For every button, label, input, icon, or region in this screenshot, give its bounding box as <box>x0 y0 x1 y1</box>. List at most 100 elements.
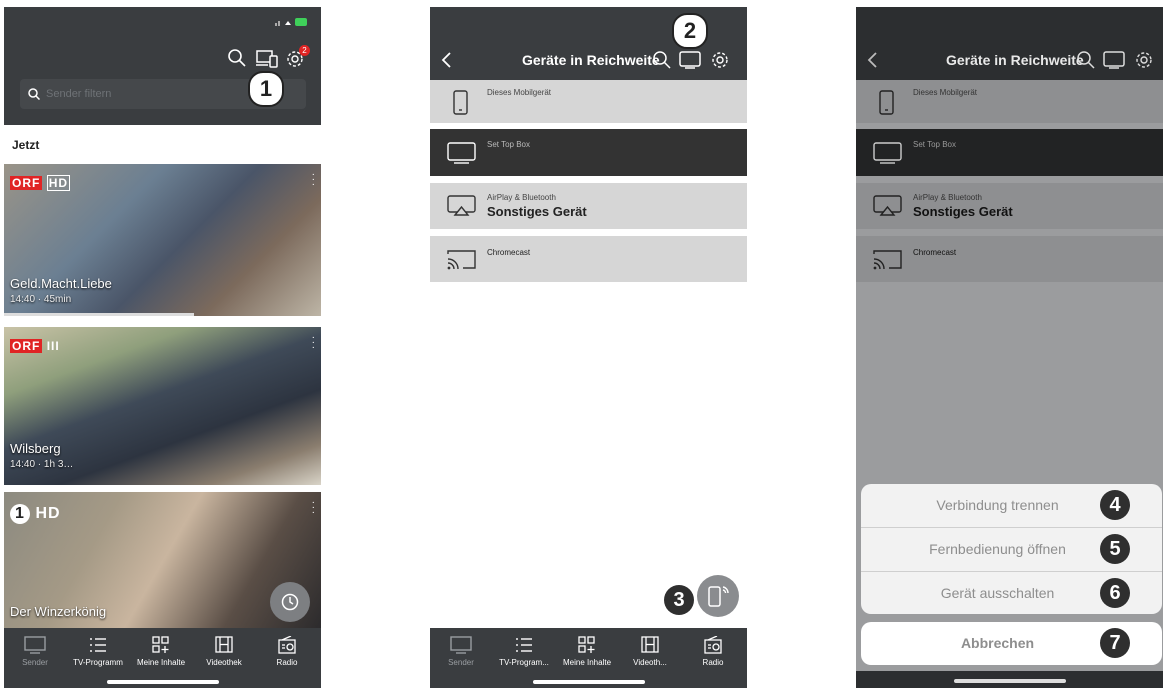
tab-videothek[interactable]: Videoth... <box>619 636 681 667</box>
cancel-label: Abbrechen <box>960 635 1035 651</box>
more-icon[interactable]: · · · <box>312 333 315 353</box>
home-indicator <box>953 679 1066 683</box>
page-title: Geräte in Reichweite <box>946 52 1084 68</box>
card-time: 14:40 · 1h 3… <box>10 459 74 470</box>
list-icon <box>516 638 532 652</box>
device-row-settopbox[interactable]: Set Top Box <box>856 129 1163 176</box>
radio-icon <box>278 636 296 654</box>
device-row-chromecast[interactable]: Chromecast <box>430 236 747 282</box>
tv-icon <box>24 636 46 654</box>
list-icon <box>90 638 106 652</box>
device-row-mobile[interactable]: Dieses Mobilgerät <box>430 80 747 123</box>
radio-icon <box>704 636 722 654</box>
tab-sender[interactable]: Sender <box>4 636 66 667</box>
phone-cast-icon <box>708 586 729 607</box>
callout-5: 5 <box>1100 534 1130 564</box>
callout-1: 1 <box>248 71 284 107</box>
airplay-icon <box>447 195 476 216</box>
device-small-label: Set Top Box <box>913 140 956 149</box>
page-title: Geräte in Reichweite <box>522 52 660 68</box>
tv-icon <box>450 636 472 654</box>
callout-6: 6 <box>1100 578 1130 608</box>
cast-icon <box>873 250 902 270</box>
device-small-label: Set Top Box <box>487 140 530 149</box>
device-row-airplay[interactable]: AirPlay & Bluetooth Sonstiges Gerät <box>856 183 1163 229</box>
phone-screen-device-actions: Geräte in Reichweite Dieses Mobilgerät S… <box>856 7 1163 688</box>
bottom-bar-dimmed <box>856 671 1163 688</box>
tv-icon <box>447 142 476 164</box>
tv-icon <box>873 142 902 164</box>
tab-meine-inhalte[interactable]: Meine Inhalte <box>130 636 192 667</box>
phone-icon <box>453 90 468 115</box>
tab-tv-programm[interactable]: TV-Program... <box>493 636 555 667</box>
device-small-label: Dieses Mobilgerät <box>487 88 552 97</box>
section-label: Jetzt <box>12 138 40 152</box>
home-indicator <box>106 680 219 684</box>
phone-screen-home: 2 Sender filtern 1 Jetzt ORF HD · · · Geld… <box>4 7 321 688</box>
tab-tv-programm[interactable]: TV-Programm <box>67 636 129 667</box>
device-row-airplay[interactable]: AirPlay & Bluetooth Sonstiges Gerät <box>430 183 747 229</box>
tab-bar: Sender TV-Program... Meine Inhalte Video… <box>430 628 747 688</box>
back-chevron-icon[interactable] <box>440 51 452 69</box>
section-header: Jetzt <box>4 125 321 165</box>
notification-badge: 2 <box>299 45 310 56</box>
device-big-label: Sonstiges Gerät <box>913 204 1013 219</box>
card-title: Geld.Macht.Liebe <box>10 276 112 291</box>
devices-icon[interactable] <box>256 50 278 68</box>
gear-icon[interactable] <box>1135 51 1153 69</box>
device-small-label: AirPlay & Bluetooth <box>487 193 556 202</box>
home-indicator <box>532 680 645 684</box>
card-title: Der Winzerkönig <box>10 604 107 619</box>
home-header: 2 Sender filtern 1 <box>4 7 321 125</box>
tab-videothek[interactable]: Videothek <box>193 636 255 667</box>
device-big-label: Sonstiges Gerät <box>487 204 587 219</box>
device-small-label: Chromecast <box>487 248 531 257</box>
callout-7: 7 <box>1100 628 1130 658</box>
tab-bar: Sender TV-Programm Meine Inhalte Videoth… <box>4 628 321 688</box>
tab-sender[interactable]: Sender <box>430 636 492 667</box>
timer-button[interactable] <box>270 582 310 622</box>
gear-icon[interactable] <box>711 51 729 69</box>
progress-bar <box>4 313 195 316</box>
callout-3: 3 <box>664 585 694 615</box>
devices-header-dimmed: Geräte in Reichweite <box>856 7 1163 80</box>
device-row-mobile[interactable]: Dieses Mobilgerät <box>856 80 1163 123</box>
film-icon <box>641 636 659 653</box>
device-row-settopbox[interactable]: Set Top Box <box>430 129 747 176</box>
clock-icon <box>281 593 299 611</box>
channel-card[interactable]: 1 HD · · · Der Winzerkönig <box>4 492 321 632</box>
status-icons <box>275 18 307 26</box>
channel-logo: 1 HD <box>10 504 61 524</box>
tv-icon[interactable] <box>1103 51 1125 69</box>
remote-fab[interactable] <box>697 575 739 617</box>
search-field-icon <box>28 88 40 100</box>
tab-radio[interactable]: Radio <box>682 636 744 667</box>
tab-meine-inhalte[interactable]: Meine Inhalte <box>556 636 618 667</box>
channel-logo: ORF HD <box>10 175 71 191</box>
card-time: 14:40 · 45min <box>10 294 72 305</box>
phone-screen-devices: Geräte in Reichweite 2 Dieses Mobilgerät… <box>430 7 747 688</box>
callout-2: 2 <box>672 13 708 49</box>
channel-logo: ORF III <box>10 339 60 353</box>
tab-radio[interactable]: Radio <box>256 636 318 667</box>
more-icon[interactable]: · · · <box>312 498 315 518</box>
grid-plus-icon <box>578 636 595 653</box>
devices-header: Geräte in Reichweite 2 <box>430 7 747 80</box>
callout-4: 4 <box>1100 490 1130 520</box>
airplay-icon <box>873 195 902 216</box>
phone-icon <box>879 90 894 115</box>
channel-card[interactable]: ORF HD · · · Geld.Macht.Liebe 14:40 · 45mi… <box>4 164 321 316</box>
tv-icon[interactable] <box>679 51 701 69</box>
back-chevron-icon[interactable] <box>866 51 878 69</box>
search-icon[interactable] <box>1077 51 1095 69</box>
grid-plus-icon <box>152 636 169 653</box>
film-icon <box>215 636 233 653</box>
channel-card[interactable]: ORF III · · · Wilsberg 14:40 · 1h 3… <box>4 327 321 485</box>
device-small-label: AirPlay & Bluetooth <box>913 193 982 202</box>
device-row-chromecast[interactable]: Chromecast <box>856 236 1163 282</box>
search-icon[interactable] <box>653 51 671 69</box>
search-icon[interactable] <box>228 49 246 67</box>
more-icon[interactable]: · · · <box>312 170 315 190</box>
cast-icon <box>447 250 476 270</box>
device-small-label: Dieses Mobilgerät <box>913 88 978 97</box>
